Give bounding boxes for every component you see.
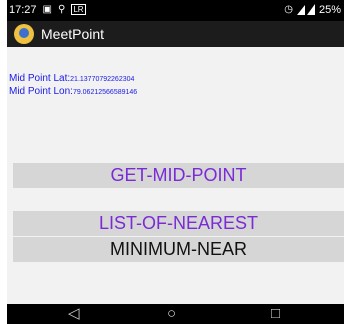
midpoint-lat-value: 21.13770792262304 <box>70 76 135 83</box>
app-bar: MeetPoint <box>7 21 344 47</box>
minimum-near-button[interactable]: MINIMUM-NEAR <box>13 237 344 262</box>
battery-percent: 25% <box>318 3 341 16</box>
midpoint-lat-line: Mid Point Lat:21.13770792262304 <box>9 73 137 86</box>
status-time: 17:27 <box>9 3 37 16</box>
navigation-bar: ◁ ○ □ <box>7 304 344 324</box>
app-title: MeetPoint <box>41 26 105 42</box>
signal-icon <box>296 4 315 15</box>
midpoint-lon-line: Mid Point Lon:79.06212566589146 <box>9 86 137 99</box>
midpoint-coordinates: Mid Point Lat:21.13770792262304 Mid Poin… <box>9 73 137 99</box>
back-icon[interactable]: ◁ <box>68 305 80 322</box>
home-icon[interactable]: ○ <box>167 305 176 322</box>
recents-icon[interactable]: □ <box>271 305 280 322</box>
meetpoint-logo-icon <box>14 24 34 44</box>
image-icon: ▣ <box>42 4 52 15</box>
phone-screen: 17:27 ▣ ⚲ LR ◷ 25% MeetPoint Mid Point L… <box>7 0 344 324</box>
status-bar-right: ◷ 25% <box>284 3 341 16</box>
status-bar: 17:27 ▣ ⚲ LR ◷ 25% <box>7 0 344 21</box>
cast-icon: ⚲ <box>57 4 66 15</box>
status-bar-left: 17:27 ▣ ⚲ LR <box>9 3 86 16</box>
notification-badge: LR <box>71 4 86 15</box>
alarm-icon: ◷ <box>284 4 293 15</box>
midpoint-lon-value: 79.06212566589146 <box>72 89 138 96</box>
midpoint-lat-label: Mid Point Lat: <box>9 73 71 84</box>
list-of-nearest-button[interactable]: LIST-OF-NEAREST <box>13 211 344 236</box>
get-mid-point-button[interactable]: GET-MID-POINT <box>13 163 344 188</box>
midpoint-lon-label: Mid Point Lon: <box>9 86 73 97</box>
